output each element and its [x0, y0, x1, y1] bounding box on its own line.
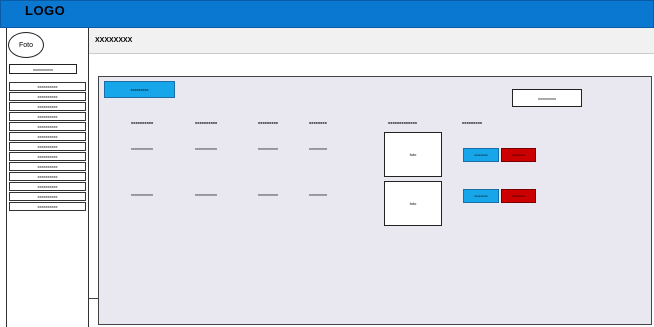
table-cell: xxxxxxxxxxx [131, 192, 153, 197]
column-header: xxxxxxxxxxxxx [388, 120, 417, 125]
table-cell: xxxxxxxxx [309, 146, 327, 151]
sidebar-menu: xxxxxxxxxx xxxxxxxxxx xxxxxxxxxx xxxxxxx… [9, 82, 86, 212]
avatar[interactable]: Foto [8, 32, 44, 58]
sidebar-item[interactable]: xxxxxxxxxx [9, 142, 86, 151]
table-cell: xxxxxxxxxx [258, 192, 278, 197]
table-cell: xxxxxxxxx [309, 192, 327, 197]
table-cell: xxxxxxxxxxx [195, 192, 217, 197]
edit-button[interactable]: xxxxxxxxx [463, 189, 499, 203]
column-header: xxxxxxxxx [258, 120, 279, 125]
photo-thumbnail: foto [384, 132, 442, 177]
column-header: xxxxxxxx [309, 120, 327, 125]
sidebar-item[interactable]: xxxxxxxxxx [9, 182, 86, 191]
sidebar-item[interactable]: xxxxxxxxxx [9, 152, 86, 161]
table-cell: xxxxxxxxxxx [195, 146, 217, 151]
sidebar-item[interactable]: xxxxxxxxxx [9, 122, 86, 131]
search-input[interactable]: xxxxxxxxx [512, 89, 582, 107]
sidebar-item[interactable]: xxxxxxxxxx [9, 162, 86, 171]
content-panel [98, 76, 652, 325]
column-header: xxxxxxxxxx [131, 120, 154, 125]
logo: LOGO [25, 3, 66, 18]
user-name-box[interactable]: xxxxxxxxxx [9, 64, 77, 74]
delete-button[interactable]: xxxxxxxxx [501, 148, 536, 162]
sidebar-item[interactable]: xxxxxxxxxx [9, 92, 86, 101]
sidebar-item[interactable]: xxxxxxxxxx [9, 192, 86, 201]
column-header: xxxxxxxxxx [195, 120, 218, 125]
sidebar-item[interactable]: xxxxxxxxxx [9, 112, 86, 121]
sidebar-item[interactable]: xxxxxxxxxx [9, 202, 86, 211]
table-cell: xxxxxxxxxx [258, 146, 278, 151]
sidebar-item[interactable]: xxxxxxxxxx [9, 172, 86, 181]
table-cell: xxxxxxxxxxx [131, 146, 153, 151]
sidebar-item[interactable]: xxxxxxxxxx [9, 102, 86, 111]
page-title: XXXXXXXX [95, 37, 133, 44]
page-header [89, 28, 654, 54]
sidebar-item[interactable]: xxxxxxxxxx [9, 82, 86, 91]
photo-thumbnail: foto [384, 181, 442, 226]
add-button[interactable]: xxxxxxxxx [104, 81, 175, 98]
top-bar: LOGO [0, 0, 654, 28]
delete-button[interactable]: xxxxxxxxx [501, 189, 536, 203]
edit-button[interactable]: xxxxxxxxx [463, 148, 499, 162]
sidebar-item[interactable]: xxxxxxxxxx [9, 132, 86, 141]
column-header: xxxxxxxxx [462, 120, 483, 125]
divider [89, 298, 98, 299]
